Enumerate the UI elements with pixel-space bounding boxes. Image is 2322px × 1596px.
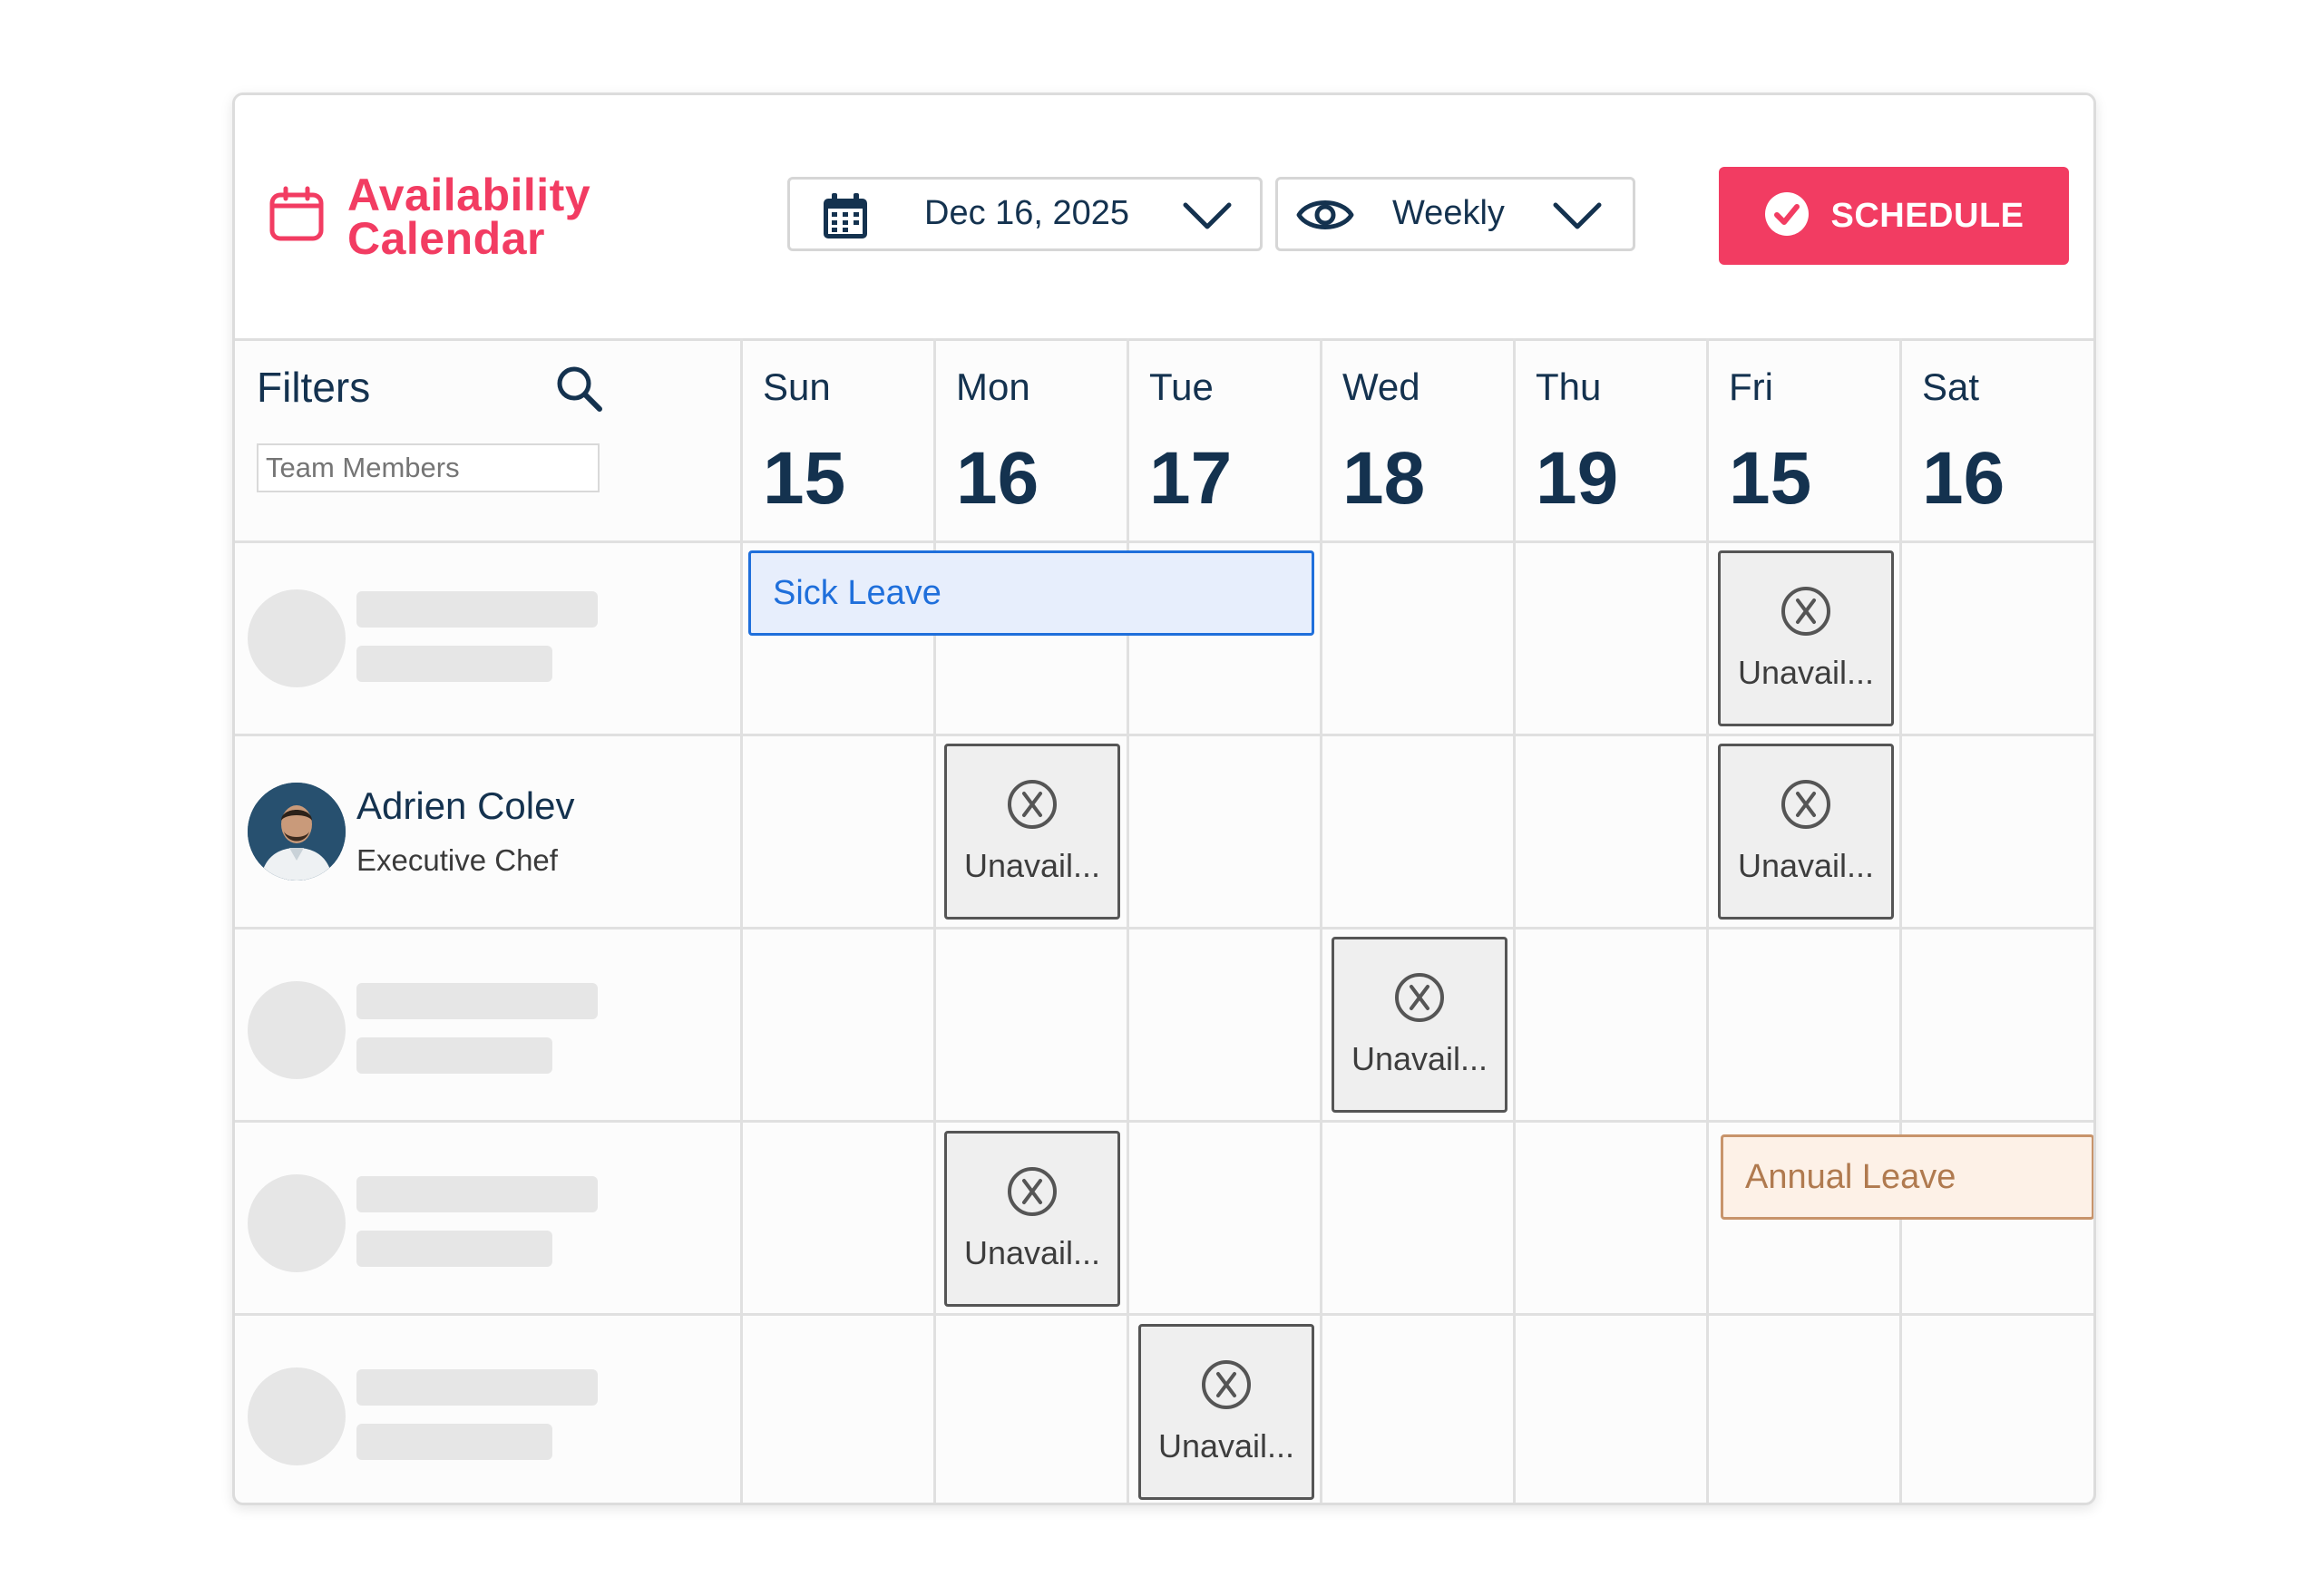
check-circle-icon (1763, 190, 1810, 242)
schedule-button[interactable]: SCHEDULE (1719, 167, 2069, 265)
unavailable-block[interactable]: Unavail... (944, 744, 1120, 920)
unavailable-label: Unavail... (963, 846, 1101, 884)
day-name: Mon (956, 365, 1030, 408)
calendar-icon (268, 186, 326, 248)
unavailable-label: Unavail... (1157, 1426, 1295, 1465)
day-name: Wed (1342, 365, 1420, 408)
member-name: Adrien Colev (356, 784, 575, 827)
event-label: Annual Leave (1745, 1157, 1956, 1196)
sick-leave-event[interactable]: Sick Leave (748, 550, 1314, 636)
day-number: 15 (763, 437, 846, 520)
search-icon (553, 363, 604, 418)
day-header-fri: Fri 15 (1709, 338, 1902, 540)
unavailable-block[interactable]: Unavail... (1138, 1324, 1314, 1500)
date-value: Dec 16, 2025 (924, 194, 1130, 232)
placeholder-avatar (248, 981, 346, 1079)
day-name: Thu (1536, 365, 1602, 408)
grid-divider (235, 540, 2093, 543)
placeholder-avatar (248, 1367, 346, 1465)
day-name: Fri (1729, 365, 1773, 408)
grid-divider (235, 927, 2093, 929)
unavailable-block[interactable]: Unavail... (1332, 937, 1507, 1113)
eye-icon (1296, 194, 1354, 240)
day-header-mon: Mon 16 (936, 338, 1129, 540)
day-number: 16 (956, 437, 1039, 520)
placeholder-avatar (248, 589, 346, 687)
x-circle-icon (1394, 972, 1445, 1027)
search-button[interactable] (547, 358, 610, 422)
unavailable-block[interactable]: Unavail... (1718, 550, 1894, 726)
placeholder-line (356, 646, 552, 682)
unavailable-block[interactable]: Unavail... (944, 1131, 1120, 1307)
day-number: 15 (1729, 437, 1812, 520)
view-value: Weekly (1392, 194, 1505, 232)
date-picker[interactable]: Dec 16, 2025 (787, 177, 1263, 251)
unavailable-label: Unavail... (1351, 1039, 1488, 1077)
placeholder-line (356, 591, 598, 628)
day-header-wed: Wed 18 (1322, 338, 1516, 540)
grid-divider (235, 734, 2093, 736)
placeholder-line (356, 1176, 598, 1212)
page-title-line-2: Calendar (347, 213, 545, 264)
day-header-thu: Thu 19 (1516, 338, 1709, 540)
day-number: 16 (1922, 437, 2005, 520)
x-circle-icon (1007, 779, 1058, 834)
day-header-sat: Sat 16 (1902, 338, 2093, 540)
grid-divider (235, 1313, 2093, 1316)
member-role: Executive Chef (356, 843, 558, 877)
x-circle-icon (1781, 779, 1831, 834)
day-number: 17 (1149, 437, 1233, 520)
annual-leave-event[interactable]: Annual Leave (1721, 1134, 2093, 1220)
day-name: Sun (763, 365, 831, 408)
grid-divider (235, 1120, 2093, 1123)
x-circle-icon (1007, 1166, 1058, 1221)
team-members-input[interactable] (257, 443, 600, 492)
unavailable-label: Unavail... (963, 1233, 1101, 1271)
day-header-tue: Tue 17 (1129, 338, 1322, 540)
filters-label: Filters (257, 364, 371, 411)
x-circle-icon (1781, 586, 1831, 641)
calendar-grid-icon (821, 192, 870, 246)
unavailable-block[interactable]: Unavail... (1718, 744, 1894, 920)
placeholder-line (356, 983, 598, 1019)
x-circle-icon (1201, 1359, 1252, 1415)
day-number: 18 (1342, 437, 1426, 520)
avatar (248, 783, 346, 881)
placeholder-avatar (248, 1174, 346, 1272)
page-title: Availability Calendar (347, 170, 591, 264)
availability-calendar-card: Availability Calendar Dec 16, 2025 Weekl… (232, 92, 2096, 1505)
chevron-down-icon (1550, 198, 1605, 238)
placeholder-line (356, 1231, 552, 1267)
chevron-down-icon (1180, 198, 1234, 238)
unavailable-label: Unavail... (1737, 653, 1875, 691)
view-select[interactable]: Weekly (1275, 177, 1635, 251)
brand: Availability Calendar (268, 170, 591, 264)
day-number: 19 (1536, 437, 1619, 520)
day-name: Tue (1149, 365, 1214, 408)
page-title-line-1: Availability (347, 170, 591, 220)
placeholder-line (356, 1424, 552, 1460)
unavailable-label: Unavail... (1737, 846, 1875, 884)
schedule-button-label: SCHEDULE (1830, 196, 2024, 235)
placeholder-line (356, 1369, 598, 1406)
event-label: Sick Leave (773, 573, 941, 612)
day-header-sun: Sun 15 (743, 338, 936, 540)
day-name: Sat (1922, 365, 1980, 408)
placeholder-line (356, 1037, 552, 1074)
calendar-header: Availability Calendar Dec 16, 2025 Weekl… (235, 95, 2093, 341)
